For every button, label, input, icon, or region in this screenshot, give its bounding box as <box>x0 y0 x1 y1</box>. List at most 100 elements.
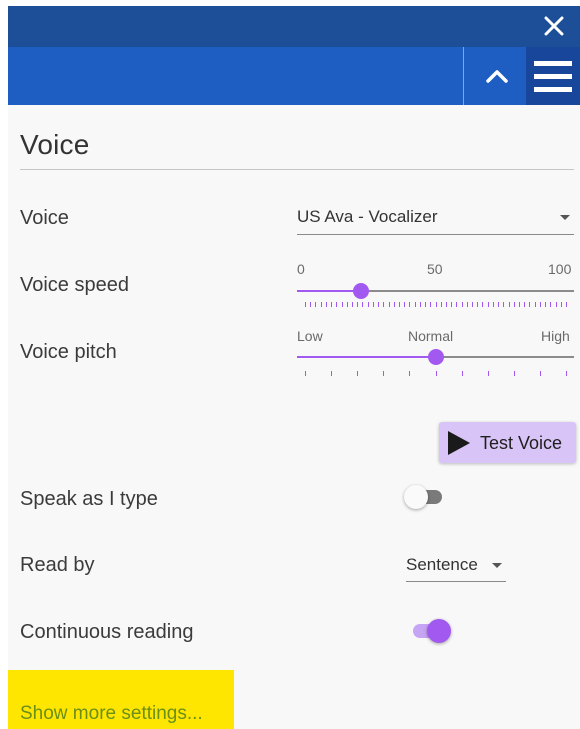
slider-tick <box>445 302 447 307</box>
speak-as-i-type-toggle-knob <box>404 485 428 509</box>
voice-label: Voice <box>20 207 69 229</box>
continuous-reading-label: Continuous reading <box>20 621 194 643</box>
slider-tick <box>503 302 505 307</box>
slider-tick <box>305 371 306 376</box>
speak-as-i-type-toggle[interactable] <box>404 485 446 509</box>
slider-tick <box>461 302 463 307</box>
continuous-reading-toggle[interactable] <box>409 619 451 643</box>
slider-tick <box>331 302 333 307</box>
slider-tick <box>383 371 385 376</box>
slider-tick <box>419 302 421 307</box>
window-titlebar <box>8 6 580 47</box>
dropdown-caret-icon <box>492 563 502 568</box>
slider-tick <box>560 302 562 307</box>
slider-tick <box>456 302 458 307</box>
slider-tick <box>305 302 306 307</box>
read-by-select-value: Sentence <box>406 555 478 574</box>
slider-tick <box>398 302 400 307</box>
toolbar <box>8 47 580 105</box>
slider-tick <box>414 302 416 307</box>
slider-tick <box>357 302 359 307</box>
voice-pitch-slider[interactable] <box>297 348 574 378</box>
slider-tick <box>425 302 427 307</box>
continuous-reading-toggle-knob <box>427 619 451 643</box>
section-divider <box>20 169 574 170</box>
menu-button[interactable] <box>526 47 580 105</box>
slider-tick <box>430 302 432 307</box>
read-by-label: Read by <box>20 554 95 576</box>
voice-pitch-high-label: High <box>541 328 570 344</box>
dropdown-caret-icon <box>560 215 570 220</box>
slider-tick <box>477 302 479 307</box>
slider-tick <box>492 302 494 307</box>
slider-tick <box>529 302 531 307</box>
slider-tick <box>320 302 322 307</box>
slider-tick <box>362 302 364 307</box>
slider-tick <box>310 302 312 307</box>
voice-speed-track-fill <box>297 290 361 292</box>
slider-tick <box>534 302 536 307</box>
slider-tick <box>351 302 353 307</box>
test-voice-label: Test Voice <box>480 433 563 453</box>
voice-speed-min-label: 0 <box>297 261 305 277</box>
slider-tick <box>393 302 395 307</box>
voice-settings-panel: Voice Voice US Ava - Vocalizer Voice spe… <box>8 105 580 729</box>
slider-tick <box>346 302 348 307</box>
slider-tick <box>341 302 343 307</box>
voice-speed-track <box>297 290 574 292</box>
slider-tick <box>487 302 489 307</box>
close-button[interactable] <box>538 10 570 42</box>
show-more-settings-link[interactable]: Show more settings... <box>20 703 203 725</box>
voice-select[interactable]: US Ava - Vocalizer <box>297 205 574 235</box>
slider-tick <box>539 371 541 376</box>
slider-tick <box>331 371 333 376</box>
voice-select-value: US Ava - Vocalizer <box>297 207 438 226</box>
slider-tick <box>315 302 317 307</box>
slider-tick <box>409 371 411 376</box>
slider-tick <box>555 302 557 307</box>
speak-as-i-type-label: Speak as I type <box>20 488 158 510</box>
test-voice-button[interactable]: Test Voice <box>439 422 576 463</box>
slider-tick <box>451 302 453 307</box>
collapse-button[interactable] <box>480 57 514 95</box>
slider-tick <box>440 302 442 307</box>
slider-tick <box>383 302 385 307</box>
close-icon <box>544 16 564 36</box>
voice-pitch-label: Voice pitch <box>20 341 117 363</box>
slider-tick <box>498 302 500 307</box>
voice-speed-slider[interactable] <box>297 282 574 312</box>
slider-tick <box>357 371 359 376</box>
slider-tick <box>566 371 567 376</box>
slider-tick <box>367 302 369 307</box>
section-title: Voice <box>20 129 90 160</box>
slider-tick <box>539 302 541 307</box>
slider-tick <box>513 302 515 307</box>
slider-tick <box>566 302 567 307</box>
show-more-highlight: Show more settings... <box>8 670 234 729</box>
slider-tick <box>378 302 380 307</box>
slider-tick <box>487 371 489 376</box>
slider-tick <box>519 302 521 307</box>
slider-tick <box>372 302 374 307</box>
slider-tick <box>325 302 327 307</box>
slider-tick <box>482 302 484 307</box>
play-icon <box>448 431 470 455</box>
voice-speed-max-label: 100 <box>548 261 572 277</box>
voice-speed-label: Voice speed <box>20 274 129 296</box>
voice-pitch-thumb[interactable] <box>428 349 444 365</box>
voice-speed-thumb[interactable] <box>353 283 369 299</box>
slider-tick <box>508 302 510 307</box>
voice-speed-mid-label: 50 <box>427 261 443 277</box>
voice-pitch-track-fill <box>297 356 436 358</box>
slider-tick <box>472 302 474 307</box>
slider-tick <box>388 302 390 307</box>
read-by-select[interactable]: Sentence <box>406 553 506 582</box>
voice-pitch-low-label: Low <box>297 328 323 344</box>
slider-tick <box>466 302 468 307</box>
slider-tick <box>524 302 526 307</box>
slider-tick <box>550 302 552 307</box>
slider-tick <box>404 302 406 307</box>
slider-tick <box>409 302 411 307</box>
slider-tick <box>461 371 463 376</box>
slider-tick <box>545 302 547 307</box>
